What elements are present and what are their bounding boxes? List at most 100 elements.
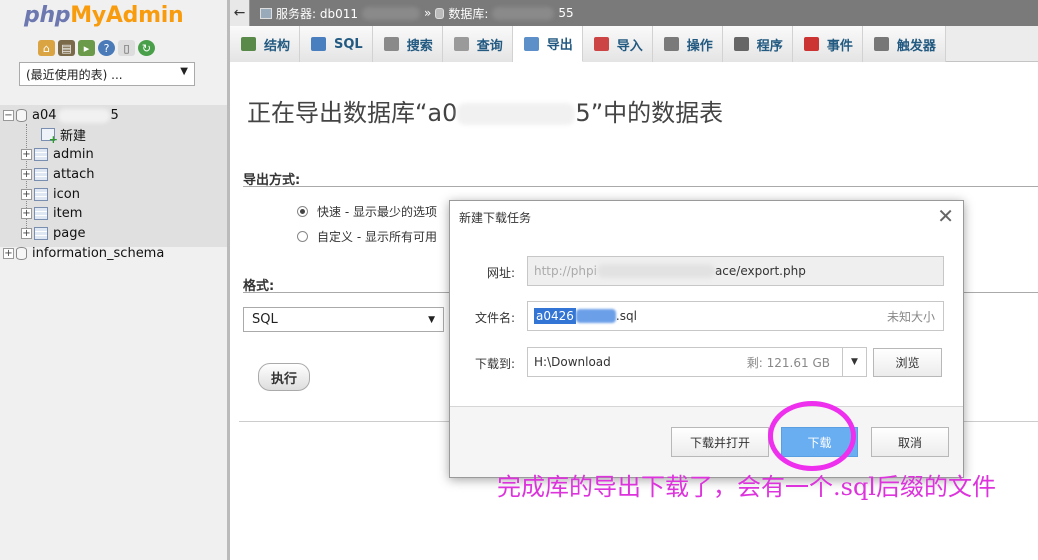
breadcrumb-separator: » xyxy=(424,6,432,20)
new-table-label: 新建 xyxy=(60,129,87,144)
table-icon xyxy=(34,168,48,181)
save-path-select[interactable]: H:\Download 剩: 121.61 GB ▼ xyxy=(527,347,867,377)
tab-10[interactable]: 触发器 xyxy=(862,26,946,62)
radio-unselected[interactable] xyxy=(297,231,308,242)
server-icon xyxy=(260,7,272,19)
back-arrow-glyph: ← xyxy=(233,5,246,21)
dialog-body: 网址: http://phpi ace/export.php 文件名: a042… xyxy=(450,233,963,407)
phpmyadmin-logo[interactable]: phpMyAdmin xyxy=(24,3,184,28)
redacted-text xyxy=(57,108,110,123)
search-icon xyxy=(383,37,399,51)
custom-export-option[interactable]: 自定义 - 显示所有可用 xyxy=(297,228,437,245)
page-title-prefix: 正在导出数据库“a0 xyxy=(247,99,458,127)
filename-input[interactable]: a0426 .sql 未知大小 xyxy=(527,301,944,331)
wrench-icon xyxy=(663,37,679,51)
filename-label: 文件名: xyxy=(474,311,515,325)
tree-item-table[interactable]: + icon xyxy=(21,185,80,204)
expand-icon[interactable]: + xyxy=(21,228,32,239)
recent-tables-select[interactable]: (最近使用的表) ... ▼ xyxy=(19,62,195,86)
chevron-down-icon[interactable]: ▼ xyxy=(842,348,866,376)
export-icon xyxy=(523,36,539,51)
breadcrumb-bar: ← 服务器: db011 » 数据库: 55 xyxy=(230,0,1038,26)
new-table-icon xyxy=(41,128,58,146)
nav-icon-bar: ⌂ ▤ ▸ ? ▯ ↻ xyxy=(38,40,155,56)
tab-label: 导出 xyxy=(546,38,573,53)
new-download-dialog: 新建下载任务 ✕ 网址: http://phpi ace/export.php … xyxy=(449,200,964,478)
structure-icon xyxy=(241,37,256,51)
highlight-circle xyxy=(768,401,856,471)
chevron-down-icon: ▼ xyxy=(180,66,188,77)
database-name-prefix: a04 xyxy=(32,108,57,123)
breadcrumb-database[interactable]: 数据库: xyxy=(448,5,488,22)
free-space: 剩: 121.61 GB xyxy=(746,355,830,370)
chevron-down-icon: ▼ xyxy=(428,315,435,325)
home-icon[interactable]: ⌂ xyxy=(38,40,55,56)
tree-item-table[interactable]: + admin xyxy=(21,145,94,164)
logo-admin: Admin xyxy=(105,3,184,28)
tab-9[interactable]: 事件 xyxy=(792,26,863,62)
collapse-icon[interactable]: − xyxy=(3,110,14,121)
settings-icon[interactable]: ↻ xyxy=(138,40,155,56)
custom-export-label: 自定义 - 显示所有可用 xyxy=(317,230,437,244)
breadcrumb-server[interactable]: 服务器: db011 xyxy=(276,5,358,22)
trigger-icon xyxy=(873,37,889,51)
tab-7[interactable]: 操作 xyxy=(652,26,723,62)
expand-icon[interactable]: + xyxy=(3,248,14,259)
execute-button[interactable]: 执行 xyxy=(258,363,310,391)
database-icon xyxy=(16,109,27,122)
table-name: item xyxy=(53,206,83,221)
expand-icon[interactable]: + xyxy=(21,189,32,200)
database-icon xyxy=(435,7,445,19)
breadcrumb: 服务器: db011 » 数据库: 55 xyxy=(260,5,574,22)
table-icon xyxy=(34,148,48,161)
tab-5[interactable]: 导出 xyxy=(512,26,583,62)
tree-item-database[interactable]: − a04 5 xyxy=(3,106,119,125)
quick-export-option[interactable]: 快速 - 显示最少的选项 xyxy=(297,203,437,220)
radio-selected[interactable] xyxy=(297,206,308,217)
close-icon[interactable]: ✕ xyxy=(937,204,954,228)
panel-resizer[interactable] xyxy=(227,0,230,560)
tab-label: 搜索 xyxy=(406,38,433,54)
help-icon[interactable]: ? xyxy=(98,40,115,56)
table-icon xyxy=(34,227,48,240)
sql-icon[interactable]: ▸ xyxy=(78,40,95,56)
tree-item-table[interactable]: + attach xyxy=(21,165,95,184)
url-field: http://phpi ace/export.php xyxy=(527,256,944,286)
cancel-button[interactable]: 取消 xyxy=(871,427,949,457)
logo-my: My xyxy=(70,3,106,28)
tab-4[interactable]: 查询 xyxy=(442,26,513,62)
logo-php: php xyxy=(24,3,71,28)
tab-label: 触发器 xyxy=(896,38,936,54)
tree-item-database[interactable]: + information_schema xyxy=(3,244,164,263)
browse-button[interactable]: 浏览 xyxy=(873,348,942,377)
tab-3[interactable]: 搜索 xyxy=(372,26,443,62)
sql-icon xyxy=(311,37,327,51)
tab-8[interactable]: 程序 xyxy=(722,26,793,62)
database-icon[interactable]: ▤ xyxy=(58,40,75,56)
docs-icon[interactable]: ▯ xyxy=(118,40,135,56)
save-path-value: H:\Download xyxy=(534,355,611,369)
tab-2[interactable]: SQL xyxy=(300,26,373,62)
screen: phpMyAdmin ⌂ ▤ ▸ ? ▯ ↻ (最近使用的表) ... ▼ − … xyxy=(0,0,1038,560)
back-arrow-icon[interactable]: ← xyxy=(230,0,250,26)
format-select-value: SQL xyxy=(252,312,278,327)
page-title-suffix: 5”中的数据表 xyxy=(575,99,724,127)
navigation-panel: phpMyAdmin ⌂ ▤ ▸ ? ▯ ↻ (最近使用的表) ... ▼ − … xyxy=(0,0,229,560)
expand-icon[interactable]: + xyxy=(21,169,32,180)
redacted-text xyxy=(492,6,555,20)
tab-6[interactable]: 导入 xyxy=(582,26,653,62)
redacted-text xyxy=(457,103,576,125)
table-name: icon xyxy=(53,187,80,202)
dialog-footer: 下载并打开 下载 取消 xyxy=(450,407,963,477)
expand-icon[interactable]: + xyxy=(21,149,32,160)
tab-1[interactable]: 结构 xyxy=(230,26,301,62)
tree-item-table[interactable]: + item xyxy=(21,204,82,223)
download-and-open-button[interactable]: 下载并打开 xyxy=(671,427,769,457)
url-end: ace/export.php xyxy=(714,264,806,278)
tree-item-table[interactable]: + page xyxy=(21,224,85,243)
tree-item-new[interactable]: 新建 xyxy=(41,125,87,146)
expand-icon[interactable]: + xyxy=(21,208,32,219)
database-tabs: 结构 SQL 搜索 查询 导出 导入 操作 程序 事件 触发器 xyxy=(230,26,1038,62)
format-select[interactable]: SQL ▼ xyxy=(243,307,444,332)
tab-label: 事件 xyxy=(826,38,853,54)
